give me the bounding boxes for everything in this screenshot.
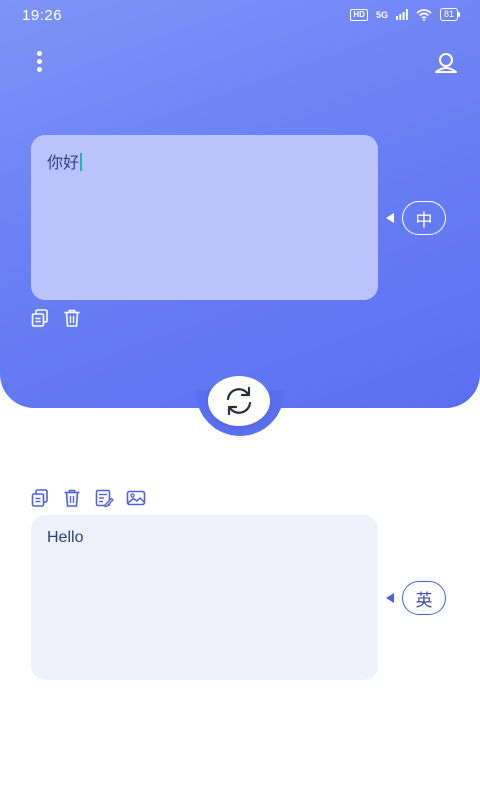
status-bar: 19:26 HD 5G 81 xyxy=(0,0,480,32)
source-text-wrap: 你好 xyxy=(47,149,83,173)
target-text: Hello xyxy=(47,529,84,546)
wifi-icon xyxy=(416,8,432,21)
source-toolbar xyxy=(30,308,82,328)
battery-indicator: 81 xyxy=(439,8,461,21)
network-label: 5G xyxy=(375,9,388,20)
source-text-area[interactable]: 你好 xyxy=(31,135,378,300)
copy-icon[interactable] xyxy=(30,488,50,508)
trash-icon[interactable] xyxy=(62,488,82,508)
source-text: 你好 xyxy=(47,155,80,172)
text-cursor xyxy=(80,153,83,171)
trash-icon[interactable] xyxy=(62,308,82,328)
swap-icon xyxy=(226,386,252,416)
edit-list-icon[interactable] xyxy=(94,488,114,508)
target-text-area: Hello xyxy=(31,515,378,680)
source-language-button[interactable]: 中 xyxy=(402,201,446,235)
copy-icon[interactable] xyxy=(30,308,50,328)
pointer-left-icon xyxy=(386,213,394,223)
pointer-left-icon xyxy=(386,593,394,603)
hd-badge: HD xyxy=(350,8,368,21)
more-vertical-icon[interactable] xyxy=(28,48,50,76)
target-toolbar xyxy=(30,488,146,508)
status-time: 19:26 xyxy=(22,7,63,24)
target-language-button[interactable]: 英 xyxy=(402,581,446,615)
source-language-selector: 中 xyxy=(386,201,446,235)
image-icon[interactable] xyxy=(126,488,146,508)
status-icons: HD 5G 81 xyxy=(350,8,461,21)
swap-languages-button[interactable] xyxy=(208,376,270,426)
target-language-selector: 英 xyxy=(386,581,446,615)
signal-icon xyxy=(395,9,408,20)
user-icon[interactable] xyxy=(433,50,459,76)
